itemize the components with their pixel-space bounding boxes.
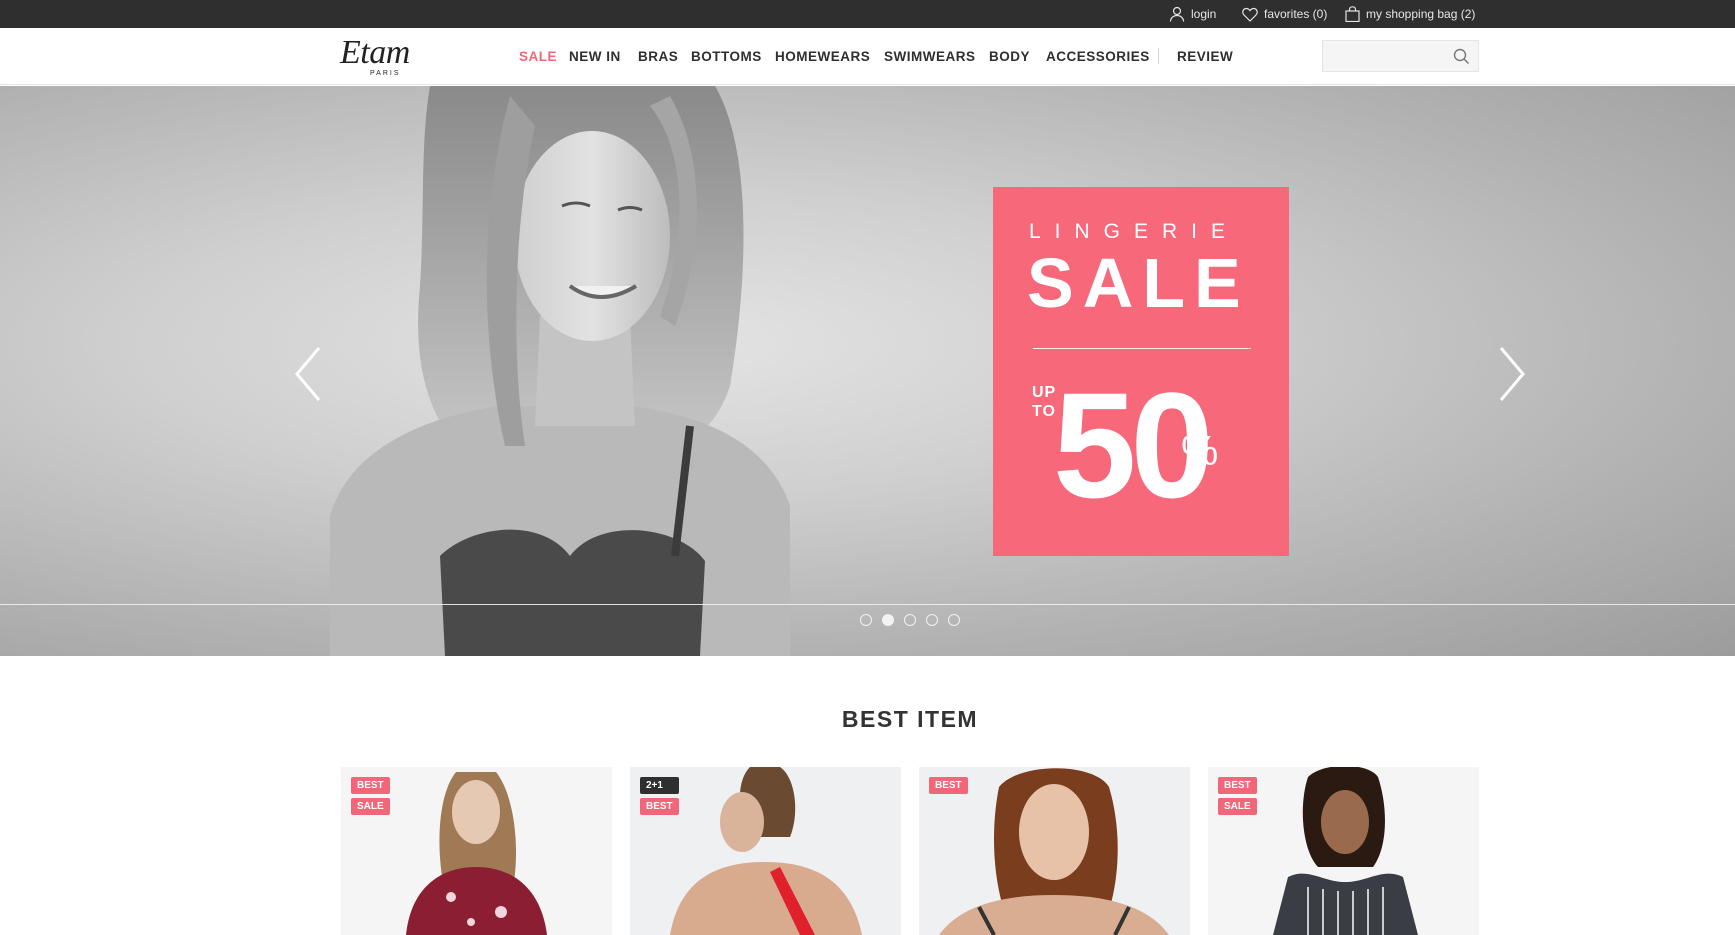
login-link[interactable]: login: [1169, 0, 1216, 28]
nav-bottoms[interactable]: BOTTOMS: [691, 28, 762, 85]
carousel-dot-4[interactable]: [926, 614, 938, 626]
badge-sale: SALE: [1218, 798, 1257, 815]
carousel-dot-2[interactable]: [882, 614, 894, 626]
carousel-dots: [860, 614, 960, 626]
etam-logo[interactable]: Etam PARIS: [340, 34, 432, 77]
badge-best: BEST: [351, 777, 390, 794]
top-utility-bar: login favorites (0) my shopping bag (2): [0, 0, 1735, 28]
badge-best: BEST: [1218, 777, 1257, 794]
product-badges: 2+1 BEST: [640, 777, 679, 815]
sale-promo-box[interactable]: LINGERIE SALE UP TO 50 %: [993, 187, 1289, 556]
hero-divider-line: [0, 604, 1735, 605]
product-card[interactable]: BEST: [919, 767, 1190, 935]
best-item-heading: BEST ITEM: [841, 706, 979, 732]
nav-swimwears[interactable]: SWIMWEARS: [884, 28, 976, 85]
favorites-label: favorites (0): [1264, 7, 1328, 21]
badge-2-plus-1: 2+1: [640, 777, 679, 794]
logo-wordmark: Etam: [340, 34, 410, 71]
shopping-bag-link[interactable]: my shopping bag (2): [1345, 0, 1475, 28]
carousel-next-arrow-icon[interactable]: [1497, 346, 1527, 402]
logo-subtitle: PARIS: [370, 70, 401, 77]
search-icon[interactable]: [1453, 48, 1470, 65]
promo-sale-text: SALE: [1027, 244, 1250, 322]
promo-percent: %: [1181, 427, 1219, 474]
nav-new-in[interactable]: NEW IN: [569, 28, 621, 85]
product-card[interactable]: 2+1 BEST: [630, 767, 901, 935]
nav-bras[interactable]: BRAS: [638, 28, 678, 85]
product-badges: BEST: [929, 777, 968, 794]
nav-divider: [1158, 48, 1159, 64]
carousel-dot-1[interactable]: [860, 614, 872, 626]
product-card[interactable]: BEST SALE: [1208, 767, 1479, 935]
carousel-dot-3[interactable]: [904, 614, 916, 626]
user-icon: [1169, 6, 1185, 22]
hero-banner[interactable]: LINGERIE SALE UP TO 50 %: [0, 86, 1735, 656]
product-card[interactable]: BEST SALE: [341, 767, 612, 935]
product-badges: BEST SALE: [351, 777, 390, 815]
badge-best: BEST: [640, 798, 679, 815]
nav-review[interactable]: REVIEW: [1177, 28, 1233, 85]
model-photo: [330, 86, 790, 656]
promo-divider: [1033, 348, 1251, 349]
nav-body[interactable]: BODY: [989, 28, 1030, 85]
shopping-bag-label: my shopping bag (2): [1366, 7, 1476, 21]
shopping-bag-icon: [1345, 6, 1360, 22]
main-header: Etam PARIS SALE NEW IN BRAS BOTTOMS HOME…: [0, 28, 1735, 85]
login-label: login: [1191, 7, 1217, 21]
search-box: [1322, 40, 1479, 72]
carousel-prev-arrow-icon[interactable]: [293, 346, 323, 402]
heart-icon: [1242, 7, 1258, 22]
badge-sale: SALE: [351, 798, 390, 815]
search-input[interactable]: [1329, 45, 1439, 67]
nav-homewears[interactable]: HOMEWEARS: [775, 28, 870, 85]
nav-accessories[interactable]: ACCESSORIES: [1046, 28, 1150, 85]
badge-best: BEST: [929, 777, 968, 794]
nav-sale[interactable]: SALE: [519, 28, 557, 85]
product-badges: BEST SALE: [1218, 777, 1257, 815]
favorites-link[interactable]: favorites (0): [1242, 0, 1327, 28]
promo-lingerie-text: LINGERIE: [1029, 220, 1240, 243]
carousel-dot-5[interactable]: [948, 614, 960, 626]
